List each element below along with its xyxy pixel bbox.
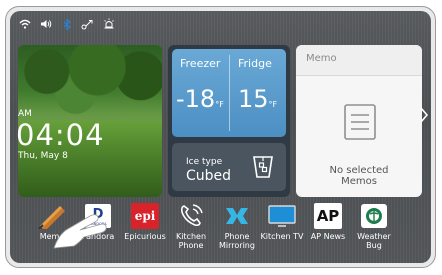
status-bar: [18, 17, 116, 31]
app-epicurious[interactable]: epi Epicurious: [121, 203, 169, 241]
app-phone-mirroring-line2: Mirroring: [219, 241, 255, 250]
epicurious-logo-text: epi: [131, 203, 159, 229]
app-ap-news[interactable]: AP AP News: [304, 203, 352, 241]
memo-empty-line2: Memos: [341, 176, 377, 187]
app-weather-bug-line1: Weather: [357, 232, 391, 241]
clock-date: Thu, May 8: [18, 151, 68, 161]
memo-widget[interactable]: Memo No selected Memos: [296, 45, 422, 197]
ap-news-logo-text: AP: [314, 203, 342, 229]
memo-empty-message: No selected Memos: [296, 165, 422, 187]
ice-type-label: Ice type: [186, 157, 223, 167]
app-kitchen-phone-label: Kitchen Phone: [167, 232, 215, 250]
app-phone-mirroring[interactable]: Phone Mirroring: [213, 203, 261, 250]
freezer-temp-value: -18: [176, 85, 216, 113]
app-kitchen-phone-line1: Kitchen: [175, 232, 207, 241]
ap-news-icon: AP: [313, 203, 343, 229]
fridge-temp-value: 15: [238, 85, 269, 113]
next-page-arrow[interactable]: [419, 107, 429, 123]
share-icon: [81, 18, 95, 30]
app-kitchen-phone[interactable]: Kitchen Phone: [167, 203, 215, 250]
tv-icon: [267, 203, 297, 229]
app-phone-mirroring-label: Phone Mirroring: [213, 232, 261, 250]
home-screen: AM 04:04 Thu, May 8 Freezer Fridge -18°F…: [10, 11, 431, 263]
app-phone-mirroring-line1: Phone: [224, 232, 250, 241]
app-ap-news-label: AP News: [310, 232, 346, 241]
memo-empty-line1: No selected: [329, 165, 389, 176]
clock-time: 04:04: [16, 118, 105, 152]
memo-header: Memo: [296, 45, 422, 76]
hand-pointer-icon: [50, 208, 110, 254]
weatherbug-icon: [359, 203, 389, 229]
memo-document-icon: [343, 103, 377, 145]
app-weather-bug[interactable]: Weather Bug: [350, 203, 398, 250]
alarm-icon: [102, 18, 116, 30]
fridge-temp-unit: °F: [268, 100, 278, 109]
freezer-temperature: -18°F: [176, 85, 224, 113]
device-frame: AM 04:04 Thu, May 8 Freezer Fridge -18°F…: [5, 6, 436, 268]
phone-icon: [176, 203, 206, 229]
mirroring-icon: [222, 203, 252, 229]
speaker-icon: [39, 18, 53, 30]
app-kitchen-phone-line2: Phone: [178, 241, 204, 250]
temperature-divider: [229, 55, 230, 131]
wifi-icon: [18, 18, 32, 30]
memo-title: Memo: [306, 53, 337, 64]
app-weather-bug-line2: Bug: [366, 241, 382, 250]
app-kitchen-tv-label: Kitchen TV: [260, 232, 304, 241]
ice-type-value: Cubed: [186, 168, 232, 184]
bluetooth-icon: [60, 18, 74, 30]
temperature-panel[interactable]: Freezer Fridge -18°F 15°F: [172, 49, 286, 137]
epicurious-icon: epi: [130, 203, 160, 229]
app-weather-bug-label: Weather Bug: [350, 232, 398, 250]
app-kitchen-tv[interactable]: Kitchen TV: [258, 203, 306, 241]
freezer-temp-unit: °F: [215, 100, 224, 109]
app-epicurious-label: Epicurious: [124, 232, 166, 241]
fridge-label: Fridge: [238, 57, 272, 70]
ice-cup-icon: [252, 155, 274, 183]
fridge-temperature: 15°F: [238, 85, 277, 113]
freezer-label: Freezer: [180, 57, 221, 70]
